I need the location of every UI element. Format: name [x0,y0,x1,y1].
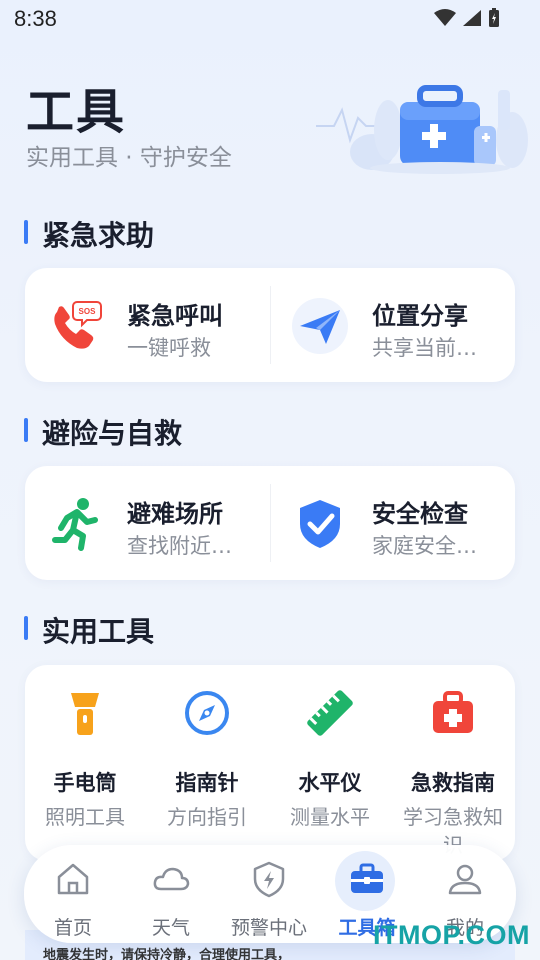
location-share-item[interactable]: 位置分享 共享当前… [270,268,515,382]
toolbox-icon [351,863,383,893]
status-bar: 8:38 [0,0,540,40]
tool-desc: 照明工具 [45,805,125,829]
tool-title: 手电筒 [53,771,117,795]
cloud-icon [153,867,190,891]
tool-title: 急救指南 [411,771,495,795]
section-title-emergency: 紧急求助 [24,214,154,254]
nav-label: 预警中心 [230,917,307,939]
tool-desc: 测量水平 [290,805,370,829]
shield-check-icon [300,500,340,548]
item-title: 安全检查 [372,500,468,528]
tools-card: 手电筒 照明工具 指南针 方向指引 水平仪 测量水平 急救指南 学习急救知 [25,665,515,861]
watermark: ITMOP.COM [372,920,530,950]
status-icons [434,8,500,28]
item-title: 位置分享 [372,302,468,330]
page-title: 工具 [26,84,127,140]
item-desc: 一键呼救 [127,336,211,360]
emergency-card: SOS 紧急呼叫 一键呼救 位置分享 共享当前… [25,268,515,382]
safety-check-item[interactable]: 安全检查 家庭安全… [270,466,515,580]
section-title-refuge: 避险与自救 [24,412,182,452]
tool-level[interactable]: 水平仪 测量水平 [270,689,390,831]
user-icon [448,864,482,895]
first-aid-kit-icon [433,691,473,733]
running-man-icon [52,498,98,551]
tip-banner-text: 地震发生时，请保持冷静，合理使用工具， [43,948,291,960]
nav-label: 首页 [53,917,92,939]
refuge-card: 避难场所 查找附近… 安全检查 家庭安全… [25,466,515,580]
alert-shield-icon [253,861,285,898]
nav-home[interactable]: 首页 [24,859,122,940]
compass-icon [185,691,229,735]
item-desc: 共享当前… [372,336,477,360]
paper-plane-icon [292,298,348,354]
tool-compass[interactable]: 指南针 方向指引 [147,689,267,831]
wifi-icon [434,9,456,26]
section-title-tools: 实用工具 [24,610,154,650]
tool-flashlight[interactable]: 手电筒 照明工具 [25,689,145,831]
signal-icon [463,10,481,26]
item-title: 紧急呼叫 [127,302,223,330]
item-desc: 查找附近… [127,534,232,558]
flashlight-icon [71,693,99,735]
ruler-icon [307,690,353,736]
nav-weather[interactable]: 天气 [122,859,220,940]
medical-kit-illustration [316,85,528,174]
nav-alerts[interactable]: 预警中心 [220,859,318,940]
status-time: 8:38 [14,6,57,31]
tool-title: 指南针 [175,771,239,795]
page-subtitle: 实用工具 · 守护安全 [26,145,232,171]
tool-first-aid[interactable]: 急救指南 学习急救知识 [393,689,513,859]
home-icon [57,863,89,895]
battery-icon [489,8,499,27]
item-desc: 家庭安全… [372,534,477,558]
sos-phone-icon: SOS [54,301,102,349]
tool-title: 水平仪 [298,771,362,795]
item-title: 避难场所 [127,500,223,528]
svg-text:SOS: SOS [79,307,97,316]
nav-label: 天气 [151,917,190,939]
shelter-item[interactable]: 避难场所 查找附近… [25,466,270,580]
emergency-call-item[interactable]: SOS 紧急呼叫 一键呼救 [25,268,270,382]
tool-desc: 方向指引 [167,805,247,829]
